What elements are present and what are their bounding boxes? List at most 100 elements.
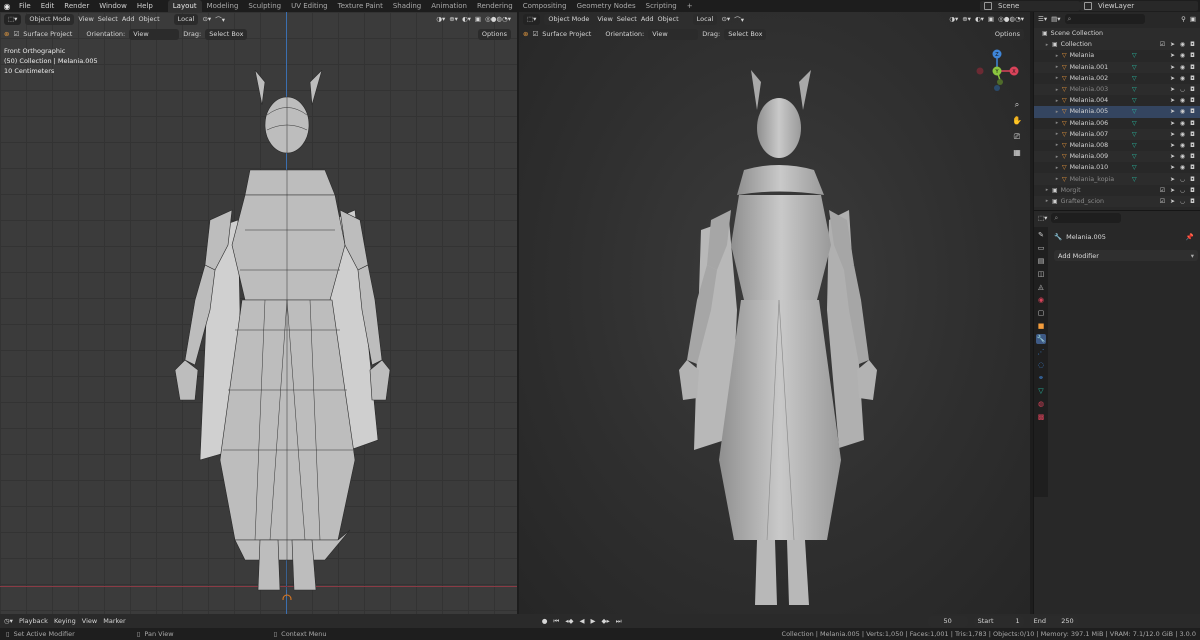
expand-arrow-icon[interactable]: ▸: [1054, 87, 1060, 93]
gizmo-toggle-icon[interactable]: ⊕▾: [962, 15, 971, 23]
next-keyframe-icon[interactable]: ◆▸: [602, 617, 610, 625]
add-modifier-button[interactable]: Add Modifier ▾: [1054, 250, 1198, 261]
outliner-row[interactable]: ▸ ▽ Melania.009 ▽ ➤ ◉ ◘: [1034, 151, 1200, 163]
snap-icon[interactable]: ⌒▾: [215, 14, 225, 24]
outliner-row[interactable]: ▸ ▽ Melania.004 ▽ ➤ ◉ ◘: [1034, 95, 1200, 106]
timeline-menu-keying[interactable]: Keying: [54, 617, 76, 625]
tab-compositing[interactable]: Compositing: [518, 0, 572, 12]
expand-arrow-icon[interactable]: ▸: [1054, 75, 1060, 81]
timeline-menu-marker[interactable]: Marker: [103, 617, 125, 625]
current-frame-field[interactable]: 50: [927, 615, 968, 627]
expand-arrow-icon[interactable]: ▸: [1054, 98, 1060, 104]
record-icon[interactable]: ●: [542, 617, 548, 625]
shading-modes-icon[interactable]: ◎●◍◔▾: [998, 15, 1024, 23]
menu-view[interactable]: View: [78, 15, 93, 23]
gizmo-neg-x-icon[interactable]: [976, 67, 984, 75]
render-camera-icon[interactable]: ◘: [1189, 153, 1196, 160]
properties-editor-type-icon[interactable]: ⬚▾: [1038, 214, 1047, 222]
menu-edit[interactable]: Edit: [36, 0, 60, 12]
pan-hand-icon[interactable]: ✋: [1012, 116, 1022, 126]
outliner-search-input[interactable]: ⌕: [1064, 14, 1145, 24]
mesh-figure-wireframe[interactable]: [150, 70, 420, 600]
pivot-icon[interactable]: ⊙▾: [721, 15, 730, 23]
snap-icon[interactable]: ⌒▾: [734, 14, 744, 24]
selectable-icon[interactable]: ➤: [1169, 120, 1176, 127]
render-camera-icon[interactable]: ◘: [1189, 142, 1196, 149]
eye-icon[interactable]: ◉: [1179, 120, 1186, 127]
outliner-row[interactable]: ▸ ▽ Melania.002 ▽ ➤ ◉ ◘: [1034, 73, 1200, 84]
selectable-icon[interactable]: ➤: [1169, 86, 1176, 93]
surface-project-checkbox[interactable]: ☑: [532, 30, 538, 38]
gizmo-neg-z-icon[interactable]: [994, 85, 1000, 91]
selectable-icon[interactable]: ➤: [1169, 41, 1176, 48]
expand-arrow-icon[interactable]: ▸: [1054, 64, 1060, 70]
menu-object[interactable]: Object: [657, 15, 678, 23]
properties-search-input[interactable]: ⌕: [1051, 213, 1122, 223]
tab-layout[interactable]: Layout: [167, 0, 202, 12]
eye-icon[interactable]: ◡: [1179, 176, 1186, 183]
mesh-data-icon[interactable]: ▽: [1132, 75, 1137, 82]
visibility-icon[interactable]: ◑▾: [436, 15, 445, 23]
prev-keyframe-icon[interactable]: ◂◆: [565, 617, 573, 625]
selectable-icon[interactable]: ➤: [1169, 176, 1176, 183]
mesh-data-icon[interactable]: ▽: [1132, 153, 1137, 160]
end-frame-field[interactable]: End 250: [1029, 615, 1078, 627]
menu-add[interactable]: Add: [641, 15, 654, 23]
viewport-right[interactable]: ⬚▾ Object Mode View Select Add Object Lo…: [519, 12, 1030, 614]
menu-help[interactable]: Help: [132, 0, 158, 12]
render-tab-icon[interactable]: ▭: [1036, 243, 1046, 253]
outliner-row[interactable]: ▸ ▣ Grafted_scion ☑ ➤ ◡ ◘: [1034, 195, 1200, 207]
mesh-data-icon[interactable]: ▽: [1132, 131, 1137, 138]
mesh-figure-solid[interactable]: [659, 70, 899, 610]
modifier-tab-icon[interactable]: 🔧: [1036, 334, 1046, 344]
mesh-data-icon[interactable]: ▽: [1132, 120, 1137, 127]
eye-icon[interactable]: ◉: [1179, 64, 1186, 71]
perspective-grid-icon[interactable]: ▦: [1012, 148, 1022, 158]
expand-arrow-icon[interactable]: ▸: [1054, 165, 1060, 171]
outliner-row[interactable]: ▸ ▽ Melania.006 ▽ ➤ ◉ ◘: [1034, 118, 1200, 129]
selectable-icon[interactable]: ➤: [1169, 108, 1176, 115]
mode-select[interactable]: Object Mode: [544, 13, 594, 25]
drag-select[interactable]: Select Box: [205, 28, 248, 40]
play-icon[interactable]: ▶: [591, 617, 596, 625]
particles-tab-icon[interactable]: ⋰: [1036, 347, 1046, 357]
eye-icon[interactable]: ◉: [1179, 153, 1186, 160]
add-workspace-icon[interactable]: +: [682, 0, 698, 12]
menu-window[interactable]: Window: [94, 0, 132, 12]
render-camera-icon[interactable]: ◘: [1189, 187, 1196, 194]
expand-arrow-icon[interactable]: ▸: [1054, 120, 1060, 126]
selectable-icon[interactable]: ➤: [1169, 64, 1176, 71]
render-camera-icon[interactable]: ◘: [1189, 131, 1196, 138]
expand-arrow-icon[interactable]: ▸: [1044, 187, 1050, 193]
expand-arrow-icon[interactable]: ▸: [1044, 198, 1050, 204]
tab-modeling[interactable]: Modeling: [202, 0, 244, 12]
drag-select[interactable]: Select Box: [724, 28, 767, 40]
outliner-row[interactable]: ▸ ▽ Melania.008 ▽ ➤ ◉ ◘: [1034, 140, 1200, 151]
mode-select[interactable]: Object Mode: [25, 13, 75, 25]
texture-tab-icon[interactable]: ▩: [1036, 412, 1046, 422]
render-camera-icon[interactable]: ◘: [1189, 120, 1196, 127]
selectable-icon[interactable]: ➤: [1169, 75, 1176, 82]
render-camera-icon[interactable]: ◘: [1189, 52, 1196, 59]
viewport-left[interactable]: ⬚▾ Object Mode View Select Add Object Lo…: [0, 12, 517, 614]
eye-icon[interactable]: ◉: [1179, 108, 1186, 115]
render-camera-icon[interactable]: ◘: [1189, 64, 1196, 71]
jump-start-icon[interactable]: ⏮: [553, 617, 559, 626]
eye-icon[interactable]: ◉: [1179, 97, 1186, 104]
expand-arrow-icon[interactable]: ▸: [1054, 53, 1060, 59]
expand-arrow-icon[interactable]: ▸: [1054, 176, 1060, 182]
transform-orientation-select[interactable]: Local: [173, 13, 199, 25]
menu-add[interactable]: Add: [122, 15, 135, 23]
menu-select[interactable]: Select: [98, 15, 118, 23]
filter-icon[interactable]: ⚲: [1181, 15, 1186, 23]
tab-uv-editing[interactable]: UV Editing: [286, 0, 333, 12]
tab-rendering[interactable]: Rendering: [472, 0, 518, 12]
surface-project-checkbox[interactable]: ☑: [13, 30, 19, 38]
pivot-icon[interactable]: ⊙▾: [202, 15, 211, 23]
tool-icon[interactable]: ⊛: [4, 30, 9, 38]
exclude-checkbox[interactable]: ☑: [1159, 187, 1166, 194]
selectable-icon[interactable]: ➤: [1169, 142, 1176, 149]
mesh-data-icon[interactable]: ▽: [1132, 97, 1137, 104]
selectable-icon[interactable]: ➤: [1169, 153, 1176, 160]
blender-logo-icon[interactable]: ◉: [0, 0, 14, 12]
